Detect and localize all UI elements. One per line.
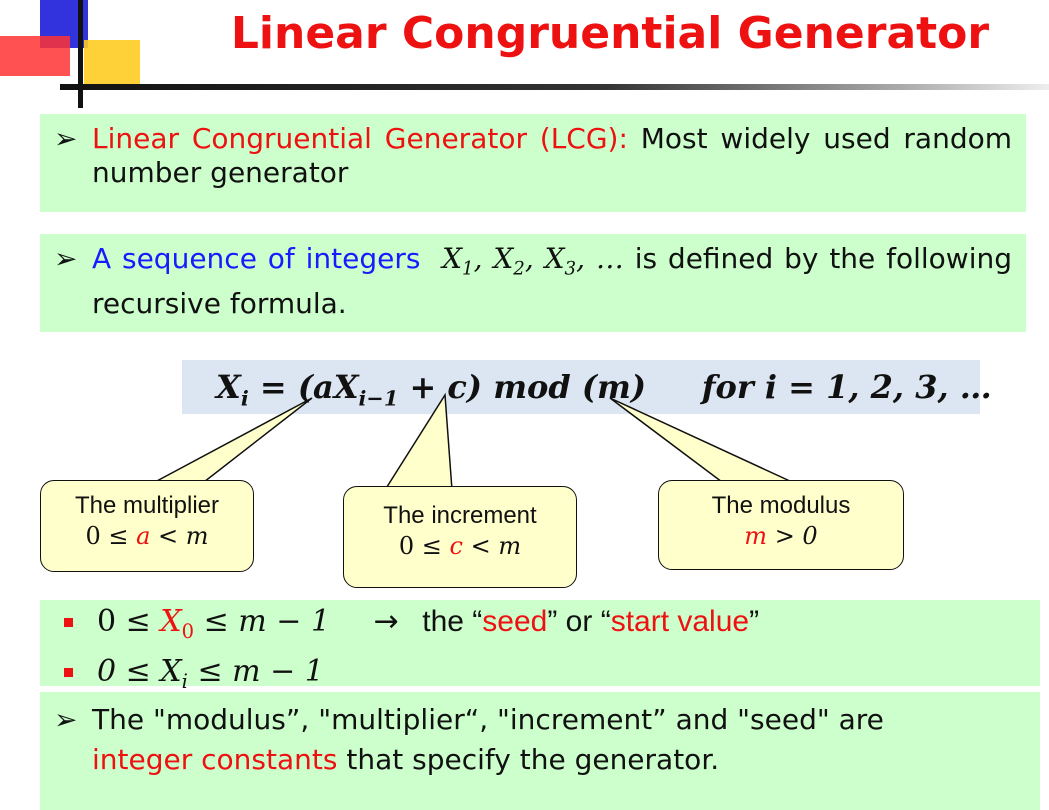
increment-label: The increment — [383, 502, 537, 529]
square-bullet-icon — [64, 618, 73, 627]
modulus-callout: The modulus m > 0 — [658, 480, 904, 570]
constants-line1: The "modulus”, "multiplier“, "increment”… — [92, 703, 884, 736]
modulus-label: The modulus — [711, 492, 851, 519]
constants-rest: that specify the generator. — [337, 743, 720, 776]
increment-callout: The increment 0 ≤ c < m — [343, 486, 577, 588]
constants-box: ➢ The "modulus”, "multiplier“, "incremen… — [40, 692, 1040, 810]
square-bullet-icon — [64, 668, 73, 677]
multiplier-label: The multiplier — [74, 492, 220, 519]
increment-condition: 0 ≤ c < m — [398, 532, 522, 560]
multiplier-callout: The multiplier 0 ≤ a < m — [40, 480, 254, 572]
arrow-bullet-icon: ➢ — [54, 703, 78, 736]
seed-bullet: 0 ≤ X0 ≤ m − 1 → the “seed” or “start va… — [40, 602, 1040, 652]
arrow-icon: → — [373, 604, 399, 639]
multiplier-condition: 0 ≤ a < m — [85, 522, 209, 550]
modulus-condition: m > 0 — [744, 522, 818, 550]
seed-bullets: 0 ≤ X0 ≤ m − 1 → the “seed” or “start va… — [40, 600, 1040, 693]
constants-term: integer constants — [92, 743, 338, 776]
